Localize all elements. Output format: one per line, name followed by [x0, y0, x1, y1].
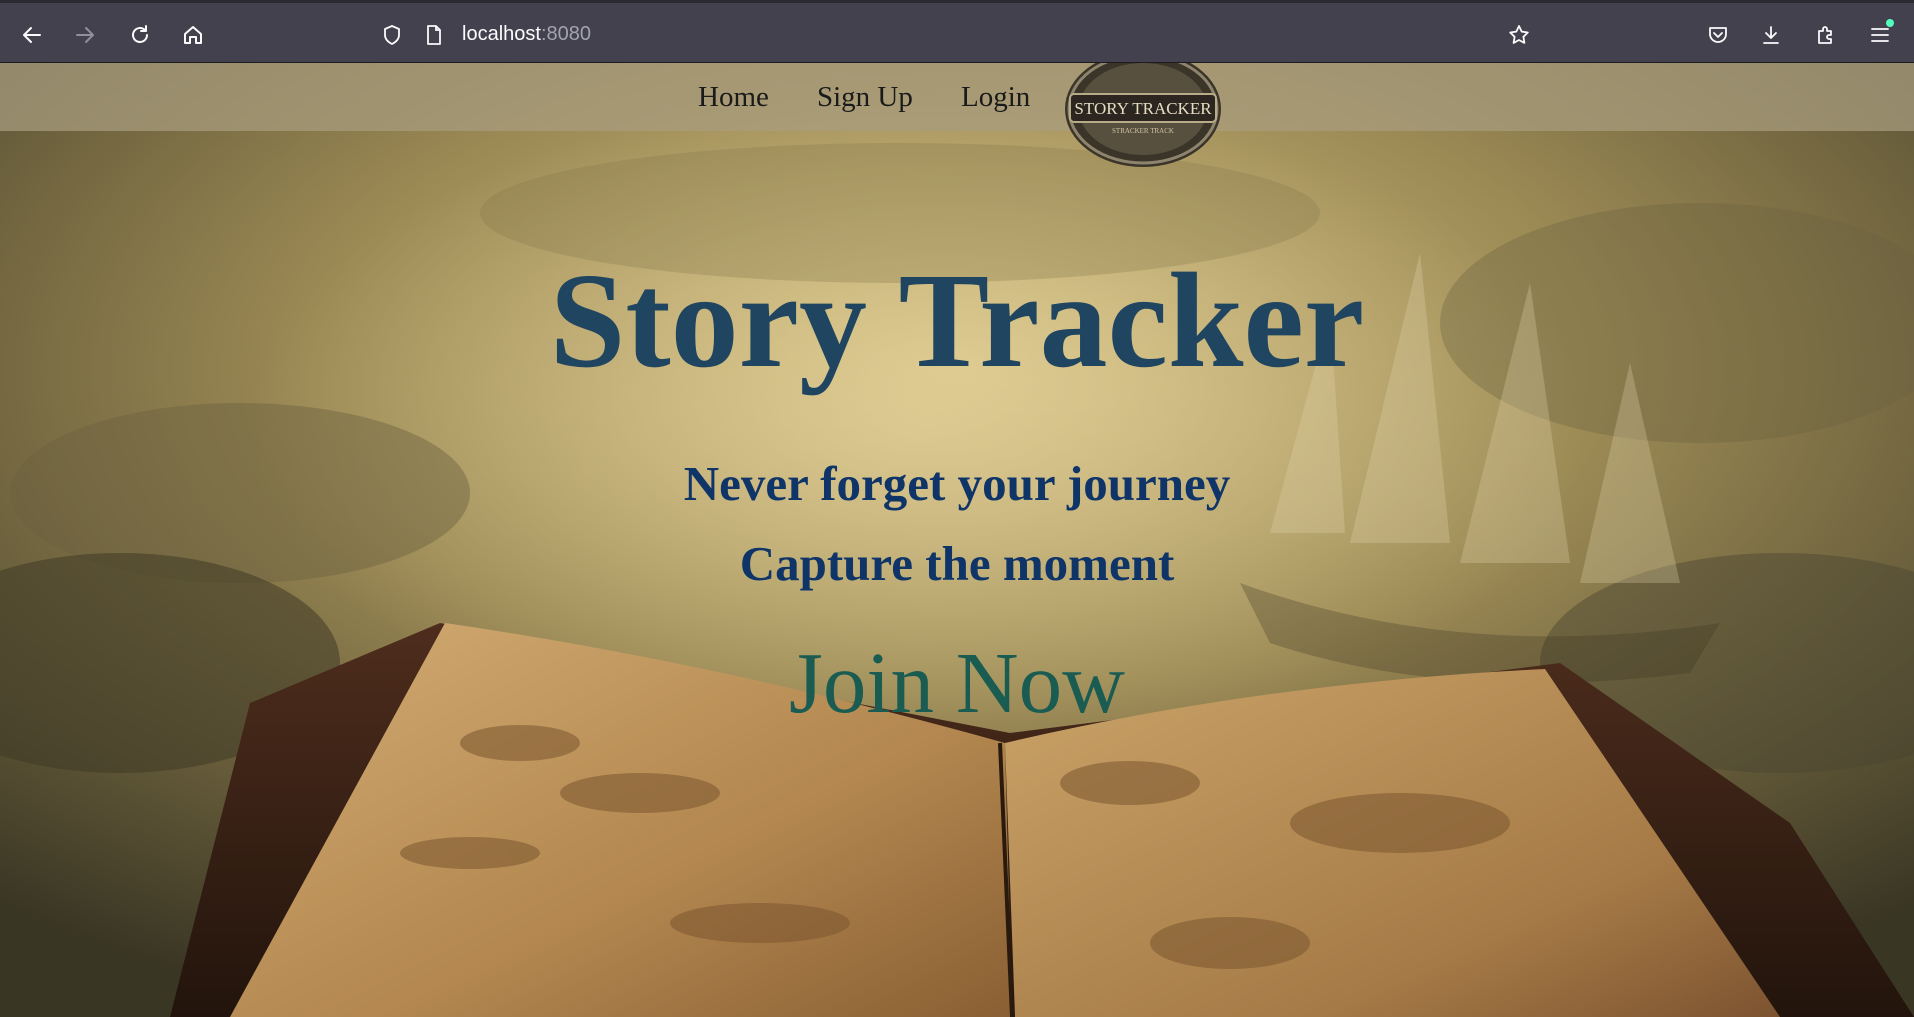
- puzzle-icon: [1818, 26, 1832, 44]
- bookmark-button[interactable]: [1501, 17, 1537, 53]
- tagline-moment: Capture the moment: [739, 536, 1175, 591]
- tagline-journey: Never forget your journey: [683, 456, 1231, 511]
- pocket-button[interactable]: [1700, 17, 1736, 53]
- reload-icon: [132, 25, 148, 43]
- page-title: Story Tracker: [549, 246, 1365, 396]
- tracking-protection-button[interactable]: [374, 17, 410, 53]
- extensions-button[interactable]: [1808, 17, 1844, 53]
- home-button[interactable]: [175, 17, 211, 53]
- story-tracker-logo[interactable]: STORY TRACKER STRACKER TRACK: [1062, 63, 1224, 173]
- star-icon: [1509, 25, 1529, 44]
- back-arrow-icon: [23, 27, 41, 43]
- join-now-link: Join Now: [0, 639, 1914, 726]
- browser-toolbar: localhost:8080: [0, 0, 1914, 63]
- reload-button[interactable]: [122, 17, 158, 53]
- nav-link-home[interactable]: Home: [698, 81, 769, 114]
- nav-link-login[interactable]: Login: [961, 81, 1030, 114]
- home-icon: [184, 26, 202, 44]
- download-icon: [1763, 26, 1779, 44]
- page-icon: [427, 25, 441, 45]
- update-badge: [1886, 19, 1894, 27]
- downloads-button[interactable]: [1753, 17, 1789, 53]
- join-now-button[interactable]: Join Now: [789, 634, 1125, 731]
- page-viewport: Home Sign Up Login STORY TRACKER STRACKE…: [0, 63, 1914, 1017]
- url-port: :8080: [540, 23, 591, 45]
- nav-link-sign-up[interactable]: Sign Up: [817, 81, 913, 114]
- logo-text: STORY TRACKER: [1074, 99, 1212, 118]
- page-info-button[interactable]: [416, 17, 452, 53]
- url-host: localhost: [462, 23, 541, 45]
- shield-icon: [384, 25, 400, 45]
- logo-subtext: STRACKER TRACK: [1112, 127, 1174, 135]
- back-button[interactable]: [14, 17, 50, 53]
- forward-arrow-icon: [76, 27, 94, 43]
- url-bar[interactable]: localhost:8080: [462, 23, 591, 46]
- forward-button[interactable]: [67, 17, 103, 53]
- pocket-icon: [1709, 27, 1727, 43]
- site-navbar: Home Sign Up Login STORY TRACKER STRACKE…: [0, 63, 1914, 167]
